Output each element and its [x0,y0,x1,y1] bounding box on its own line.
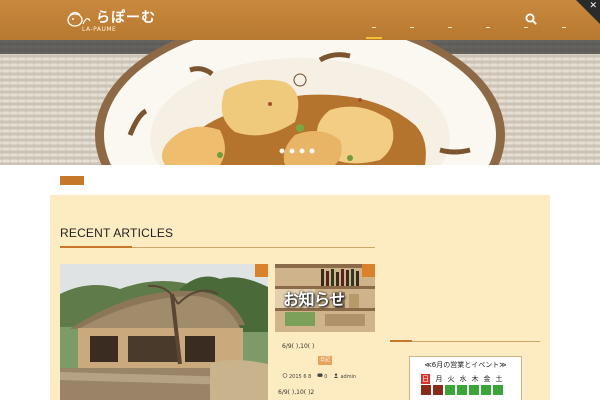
nav-item-label [562,25,566,28]
post-title-2[interactable]: 6/9( ),10( )2 [278,389,314,396]
article-card-1[interactable] [60,264,268,400]
content-panel: RECENT ARTICLES お知らせ 6/9(),10() 日記 201… [50,195,550,400]
card-title-oshirase: お知らせ [283,290,345,309]
calendar-day[interactable] [481,385,491,395]
main-nav [366,22,574,39]
nav-item-2[interactable] [404,22,422,36]
calendar-week-row [421,385,503,395]
nav-item-label [372,25,376,28]
comment-icon [317,373,323,377]
nav-item-label [486,25,490,28]
sidebar-rule [390,340,540,342]
post-date-wrap: 2015 6 8 [282,373,311,380]
calendar-day[interactable] [457,385,467,395]
weekday-sun: 日 [421,374,430,384]
weekday-tue: 火 [447,375,455,383]
close-icon[interactable]: ✕ [589,1,597,11]
calendar-widget: ≪6月の営業とイベント≫ 日 月 火 水 木 金 土 [409,356,522,400]
comment-count-wrap[interactable]: 0 [317,373,327,380]
weekday-fri: 金 [483,375,491,383]
post-date: 2015 6 8 [289,374,312,380]
logo-text: らぽーむ [96,10,156,26]
calendar-weekdays: 日 月 火 水 木 金 土 [421,374,505,384]
nav-item-1[interactable] [366,22,384,39]
rule-accent [60,246,132,248]
calendar-day[interactable] [421,385,431,395]
nav-item-label [448,25,452,28]
user-icon [334,373,339,378]
calendar-day[interactable] [433,385,443,395]
weekday-sat: 土 [495,375,503,383]
article-thumbnail-house [60,264,268,400]
article-card-2[interactable]: お知らせ [275,264,375,332]
nav-item-label [410,25,414,28]
author-wrap[interactable]: admin [333,373,356,380]
weekday-wed: 水 [459,375,467,383]
calendar-day[interactable] [493,385,503,395]
calendar-day[interactable] [445,385,455,395]
card-corner-badge [362,264,375,277]
nav-item-6[interactable] [556,22,574,36]
site-logo[interactable]: らぽーむ LA-PAUME [66,7,156,35]
calendar-title: ≪6月の営業とイベント≫ [424,361,507,369]
search-icon[interactable] [524,12,538,26]
post-meta: 2015 6 8 0 admin [282,373,356,380]
nav-item-4[interactable] [480,22,498,36]
card-corner-badge [255,264,268,277]
weekday-thu: 木 [471,375,479,383]
category-badge[interactable]: 日記 [318,356,333,365]
site-header: らぽーむ LA-PAUME [0,0,600,40]
recent-articles-heading: RECENT ARTICLES [60,226,174,240]
heading-rule [60,246,375,248]
post-title[interactable]: 6/9( ),10( ) [282,343,314,350]
rule-accent [390,340,412,342]
post-author: admin [340,374,357,380]
clock-icon [282,373,288,378]
comment-count: 0 [324,374,328,380]
calendar-day[interactable] [469,385,479,395]
page: らぽーむ LA-PAUME ✕ RECENT ARTICLES お知らせ 6/9… [0,0,600,400]
hero-image [0,40,600,165]
nav-item-3[interactable] [442,22,460,36]
weekday-mon: 月 [435,375,443,383]
logo-subtext: LA-PAUME [82,26,117,33]
section-tag [60,176,84,185]
